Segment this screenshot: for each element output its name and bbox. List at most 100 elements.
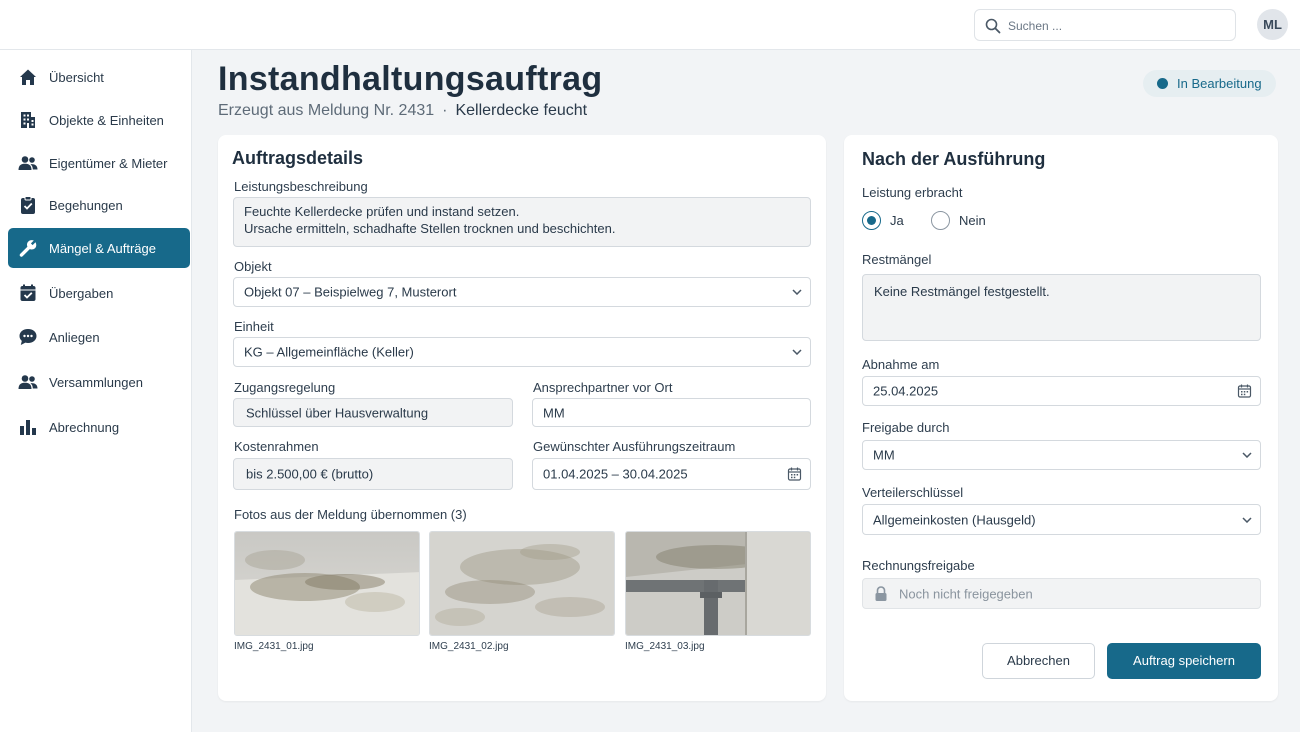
defects-textarea[interactable]: Keine Restmängel festgestellt. [862, 274, 1261, 341]
status-dot-icon [1157, 78, 1168, 89]
description-line: Ursache ermitteln, schadhafte Stellen tr… [244, 221, 616, 236]
search-icon [985, 18, 1001, 34]
contact-label: Ansprechpartner vor Ort [533, 380, 673, 395]
sidebar-item-anliegen[interactable]: Anliegen [8, 317, 190, 357]
execution-card [844, 135, 1278, 701]
period-label: Gewünschter Ausführungszeitraum [533, 439, 736, 454]
photo-thumbnail-3[interactable] [625, 531, 811, 636]
home-icon [20, 69, 36, 85]
photo-thumbnail-1[interactable] [234, 531, 420, 636]
search-placeholder: Suchen ... [1008, 19, 1063, 33]
description-label: Leistungsbeschreibung [234, 179, 368, 194]
sidebar-item-uebergaben[interactable]: Übergaben [8, 273, 190, 313]
acceptance-value: 25.04.2025 [873, 383, 939, 399]
object-label: Objekt [234, 259, 272, 274]
sidebar-item-begehungen[interactable]: Begehungen [8, 185, 190, 225]
acceptance-date-field[interactable]: 25.04.2025 [862, 376, 1261, 406]
contact-field[interactable]: MM [532, 398, 811, 427]
wrench-icon [19, 240, 37, 257]
calendar-icon[interactable] [787, 467, 802, 482]
radio-yes[interactable] [862, 211, 881, 230]
radio-no-label: Nein [959, 213, 986, 228]
status-label: In Bearbeitung [1177, 76, 1262, 91]
description-textarea[interactable]: Feuchte Kellerdecke prüfen und instand s… [233, 197, 811, 247]
photos-label: Fotos aus der Meldung übernommen (3) [234, 507, 467, 522]
photo-caption: IMG_2431_03.jpg [625, 641, 705, 652]
sidebar-item-label: Versammlungen [49, 375, 143, 390]
sidebar-item-label: Objekte & Einheiten [49, 113, 164, 128]
cost-label: Kostenrahmen [234, 439, 319, 454]
key-label: Verteilerschlüssel [862, 485, 964, 500]
invoice-field: Noch nicht freigegeben [862, 578, 1261, 609]
sidebar-item-uebersicht[interactable]: Übersicht [8, 57, 190, 97]
save-button[interactable]: Auftrag speichern [1107, 643, 1261, 679]
sidebar-item-label: Übersicht [49, 70, 104, 85]
sidebar-item-abrechnung[interactable]: Abrechnung [8, 407, 190, 447]
page-title: Instandhaltungsauftrag [218, 60, 603, 98]
sidebar-item-label: Anliegen [49, 330, 100, 345]
unit-select[interactable]: KG – Allgemeinfläche (Keller) [233, 337, 811, 367]
unit-label: Einheit [234, 319, 274, 334]
object-value: Objekt 07 – Beispielweg 7, Musterort [244, 284, 457, 300]
unit-value: KG – Allgemeinfläche (Keller) [244, 344, 414, 360]
key-select[interactable]: Allgemeinkosten (Hausgeld) [862, 504, 1261, 535]
photo-caption: IMG_2431_01.jpg [234, 641, 314, 652]
key-value: Allgemeinkosten (Hausgeld) [873, 512, 1036, 527]
sidebar-item-eigentuemer[interactable]: Eigentümer & Mieter [8, 143, 190, 183]
defects-label: Restmängel [862, 252, 932, 267]
sidebar-item-label: Mängel & Aufträge [49, 241, 156, 256]
top-bar: Suchen ... ML [0, 0, 1300, 50]
sidebar-item-maengel[interactable]: Mängel & Aufträge [8, 228, 190, 268]
invoice-label: Rechnungsfreigabe [862, 558, 975, 573]
access-label: Zugangsregelung [234, 380, 336, 395]
approved-label: Freigabe durch [862, 420, 950, 435]
sidebar-item-versammlungen[interactable]: Versammlungen [8, 362, 190, 402]
object-select[interactable]: Objekt 07 – Beispielweg 7, Musterort [233, 277, 811, 307]
sidebar: Übersicht Objekte & Einheiten Eigentümer… [0, 50, 192, 732]
sidebar-item-label: Übergaben [49, 286, 114, 301]
calendar-icon[interactable] [1237, 384, 1252, 399]
people-icon [18, 156, 38, 170]
chevron-down-icon [792, 289, 802, 295]
sidebar-item-label: Abrechnung [49, 420, 120, 435]
user-avatar[interactable]: ML [1257, 9, 1288, 40]
photo-caption: IMG_2431_02.jpg [429, 641, 509, 652]
access-field[interactable]: Schlüssel über Hausverwaltung [233, 398, 513, 427]
cost-value: bis 2.500,00 € (brutto) [246, 466, 374, 482]
group-icon [18, 375, 38, 389]
contact-value: MM [543, 405, 565, 420]
sidebar-item-label: Eigentümer & Mieter [49, 156, 168, 171]
sidebar-item-label: Begehungen [49, 198, 123, 213]
chat-bubble-icon [19, 329, 37, 345]
acceptance-label: Abnahme am [862, 357, 940, 372]
chevron-down-icon [1242, 516, 1252, 523]
description-line: Feuchte Kellerdecke prüfen und instand s… [244, 204, 520, 219]
bar-chart-icon [20, 420, 36, 435]
cost-field[interactable]: bis 2.500,00 € (brutto) [233, 458, 513, 490]
status-badge: In Bearbeitung [1143, 70, 1276, 97]
invoice-value: Noch nicht freigegeben [899, 586, 1033, 601]
radio-yes-label: Ja [890, 213, 904, 228]
defects-value: Keine Restmängel festgestellt. [874, 284, 1050, 299]
approved-select[interactable]: MM [862, 440, 1261, 470]
chevron-down-icon [792, 349, 802, 355]
search-input[interactable]: Suchen ... [974, 9, 1236, 41]
chevron-down-icon [1242, 452, 1252, 458]
calendar-check-icon [20, 284, 36, 301]
access-value: Schlüssel über Hausverwaltung [246, 405, 429, 420]
details-title: Auftragsdetails [232, 148, 364, 168]
execution-title: Nach der Ausführung [862, 149, 1046, 169]
page-subtitle: Erzeugt aus Meldung Nr. 2431 · Kellerdecke… [218, 102, 587, 120]
lock-icon [875, 586, 887, 601]
approved-value: MM [873, 447, 895, 463]
photo-thumbnail-2[interactable] [429, 531, 615, 636]
cancel-button[interactable]: Abbrechen [982, 643, 1095, 679]
subtitle-source: Erzeugt aus Meldung Nr. 2431 [218, 102, 435, 119]
subtitle-separator: · [442, 102, 448, 119]
subtitle-topic: Kellerdecke feucht [455, 102, 588, 119]
performed-label: Leistung erbracht [862, 185, 963, 200]
period-field[interactable]: 01.04.2025 – 30.04.2025 [532, 458, 811, 490]
period-value: 01.04.2025 – 30.04.2025 [543, 466, 688, 482]
radio-no[interactable] [931, 211, 950, 230]
sidebar-item-objekte[interactable]: Objekte & Einheiten [8, 100, 190, 140]
